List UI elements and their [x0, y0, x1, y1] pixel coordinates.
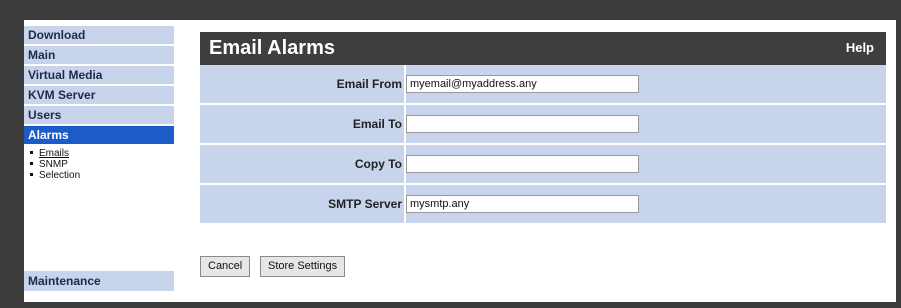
- sidebar: Download Main Virtual Media KVM Server U…: [24, 20, 174, 302]
- sidebar-item-users[interactable]: Users: [24, 106, 174, 124]
- sidebar-item-kvm-server[interactable]: KVM Server: [24, 86, 174, 104]
- submenu-item-selection[interactable]: Selection: [30, 170, 80, 181]
- smtp-server-label: SMTP Server: [328, 197, 402, 211]
- email-to-input[interactable]: [406, 115, 639, 133]
- sidebar-item-download[interactable]: Download: [24, 26, 174, 44]
- cancel-button[interactable]: Cancel: [200, 256, 251, 277]
- email-from-input[interactable]: [406, 75, 639, 93]
- copy-to-input[interactable]: [406, 155, 639, 173]
- submenu-link-emails[interactable]: Emails: [39, 148, 69, 159]
- sidebar-item-main[interactable]: Main: [24, 46, 174, 64]
- bullet-icon: [30, 162, 33, 165]
- form-row-email-to: Email To: [200, 105, 886, 143]
- submenu-label-snmp: SNMP: [39, 159, 68, 170]
- page-header: Email Alarms Help: [200, 32, 886, 65]
- sidebar-item-virtual-media[interactable]: Virtual Media: [24, 66, 174, 84]
- submenu-item-snmp[interactable]: SNMP: [30, 159, 68, 170]
- main-panel: Email Alarms Help Email From Email To Co…: [190, 20, 896, 302]
- email-to-cell: [406, 105, 886, 143]
- bullet-icon: [30, 173, 33, 176]
- sidebar-item-alarms[interactable]: Alarms: [24, 126, 174, 144]
- store-settings-button[interactable]: Store Settings: [260, 256, 346, 277]
- smtp-server-input[interactable]: [406, 195, 639, 213]
- submenu-label-selection: Selection: [39, 170, 81, 181]
- submenu-item-emails[interactable]: Emails: [30, 148, 69, 159]
- smtp-server-cell: [406, 185, 886, 223]
- content-frame: Download Main Virtual Media KVM Server U…: [24, 20, 896, 302]
- form-row-copy-to: Copy To: [200, 145, 886, 183]
- help-link[interactable]: Help: [846, 40, 874, 55]
- form-row-email-from: Email From: [200, 65, 886, 103]
- copy-to-label: Copy To: [354, 157, 402, 171]
- sidebar-item-maintenance[interactable]: Maintenance: [24, 271, 174, 291]
- email-from-label: Email From: [336, 77, 402, 91]
- email-to-label: Email To: [352, 117, 402, 131]
- copy-to-cell: [406, 145, 886, 183]
- page-title: Email Alarms: [209, 37, 335, 59]
- form-row-smtp-server: SMTP Server: [200, 185, 886, 223]
- bullet-icon: [30, 151, 33, 154]
- email-from-cell: [406, 65, 886, 103]
